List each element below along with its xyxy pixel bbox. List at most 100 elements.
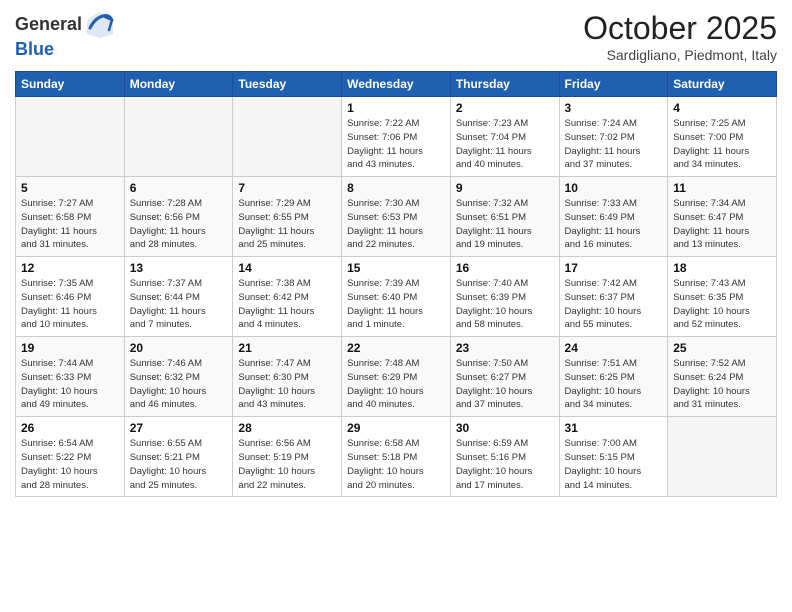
logo-general-text: General — [15, 15, 82, 35]
calendar-week-2: 5 Sunrise: 7:27 AM Sunset: 6:58 PM Daylig… — [16, 177, 777, 257]
day-number: 16 — [456, 261, 554, 275]
calendar-week-4: 19Sunrise: 7:44 AM Sunset: 6:33 PM Dayli… — [16, 337, 777, 417]
cell-info: Sunrise: 7:40 AM Sunset: 6:39 PM Dayligh… — [456, 277, 554, 332]
header-friday: Friday — [559, 72, 668, 97]
calendar-cell: 30Sunrise: 6:59 AM Sunset: 5:16 PM Dayli… — [450, 417, 559, 497]
calendar-cell: 15 Sunrise: 7:39 AM Sunset: 6:40 PM Dayli… — [342, 257, 451, 337]
cell-info: Sunrise: 7:32 AM Sunset: 6:51 PM Dayligh… — [456, 197, 554, 252]
day-number: 24 — [565, 341, 663, 355]
day-number: 31 — [565, 421, 663, 435]
cell-info: Sunrise: 7:33 AM Sunset: 6:49 PM Dayligh… — [565, 197, 663, 252]
calendar-cell: 13Sunrise: 7:37 AM Sunset: 6:44 PM Dayli… — [124, 257, 233, 337]
calendar-cell — [668, 417, 777, 497]
day-number: 22 — [347, 341, 445, 355]
calendar-cell: 22Sunrise: 7:48 AM Sunset: 6:29 PM Dayli… — [342, 337, 451, 417]
calendar-cell: 3 Sunrise: 7:24 AM Sunset: 7:02 PM Daylig… — [559, 97, 668, 177]
cell-info: Sunrise: 6:58 AM Sunset: 5:18 PM Dayligh… — [347, 437, 445, 492]
calendar-cell: 11 Sunrise: 7:34 AM Sunset: 6:47 PM Dayli… — [668, 177, 777, 257]
calendar-cell: 14Sunrise: 7:38 AM Sunset: 6:42 PM Dayli… — [233, 257, 342, 337]
day-number: 6 — [130, 181, 228, 195]
day-number: 29 — [347, 421, 445, 435]
day-number: 26 — [21, 421, 119, 435]
calendar-cell: 12Sunrise: 7:35 AM Sunset: 6:46 PM Dayli… — [16, 257, 125, 337]
header-wednesday: Wednesday — [342, 72, 451, 97]
calendar-cell: 28 Sunrise: 6:56 AM Sunset: 5:19 PM Dayli… — [233, 417, 342, 497]
logo-icon — [85, 10, 115, 40]
cell-info: Sunrise: 7:39 AM Sunset: 6:40 PM Dayligh… — [347, 277, 445, 332]
calendar-cell: 26 Sunrise: 6:54 AM Sunset: 5:22 PM Dayli… — [16, 417, 125, 497]
cell-info: Sunrise: 7:47 AM Sunset: 6:30 PM Dayligh… — [238, 357, 336, 412]
month-title: October 2025 — [583, 10, 777, 47]
day-number: 30 — [456, 421, 554, 435]
header: General Blue October 2025 Sardigliano, P… — [15, 10, 777, 63]
calendar-cell: 24Sunrise: 7:51 AM Sunset: 6:25 PM Dayli… — [559, 337, 668, 417]
header-monday: Monday — [124, 72, 233, 97]
day-number: 15 — [347, 261, 445, 275]
calendar-cell: 5 Sunrise: 7:27 AM Sunset: 6:58 PM Daylig… — [16, 177, 125, 257]
calendar-week-1: 1Sunrise: 7:22 AM Sunset: 7:06 PM Daylig… — [16, 97, 777, 177]
day-number: 7 — [238, 181, 336, 195]
calendar-cell: 18Sunrise: 7:43 AM Sunset: 6:35 PM Dayli… — [668, 257, 777, 337]
day-number: 4 — [673, 101, 771, 115]
calendar-cell: 17 Sunrise: 7:42 AM Sunset: 6:37 PM Dayli… — [559, 257, 668, 337]
location-title: Sardigliano, Piedmont, Italy — [583, 47, 777, 63]
calendar-header-row: Sunday Monday Tuesday Wednesday Thursday… — [16, 72, 777, 97]
cell-info: Sunrise: 7:35 AM Sunset: 6:46 PM Dayligh… — [21, 277, 119, 332]
header-sunday: Sunday — [16, 72, 125, 97]
header-tuesday: Tuesday — [233, 72, 342, 97]
calendar-cell: 8Sunrise: 7:30 AM Sunset: 6:53 PM Daylig… — [342, 177, 451, 257]
calendar-cell — [233, 97, 342, 177]
calendar-cell: 4 Sunrise: 7:25 AM Sunset: 7:00 PM Daylig… — [668, 97, 777, 177]
calendar-cell: 10 Sunrise: 7:33 AM Sunset: 6:49 PM Dayli… — [559, 177, 668, 257]
day-number: 1 — [347, 101, 445, 115]
calendar-cell: 29 Sunrise: 6:58 AM Sunset: 5:18 PM Dayli… — [342, 417, 451, 497]
calendar-cell: 1Sunrise: 7:22 AM Sunset: 7:06 PM Daylig… — [342, 97, 451, 177]
cell-info: Sunrise: 6:55 AM Sunset: 5:21 PM Dayligh… — [130, 437, 228, 492]
day-number: 19 — [21, 341, 119, 355]
day-number: 28 — [238, 421, 336, 435]
day-number: 18 — [673, 261, 771, 275]
cell-info: Sunrise: 6:54 AM Sunset: 5:22 PM Dayligh… — [21, 437, 119, 492]
day-number: 5 — [21, 181, 119, 195]
day-number: 11 — [673, 181, 771, 195]
day-number: 3 — [565, 101, 663, 115]
cell-info: Sunrise: 7:34 AM Sunset: 6:47 PM Dayligh… — [673, 197, 771, 252]
header-thursday: Thursday — [450, 72, 559, 97]
calendar-cell: 20Sunrise: 7:46 AM Sunset: 6:32 PM Dayli… — [124, 337, 233, 417]
calendar-week-5: 26 Sunrise: 6:54 AM Sunset: 5:22 PM Dayli… — [16, 417, 777, 497]
cell-info: Sunrise: 7:37 AM Sunset: 6:44 PM Dayligh… — [130, 277, 228, 332]
calendar-cell: 27 Sunrise: 6:55 AM Sunset: 5:21 PM Dayli… — [124, 417, 233, 497]
calendar-cell: 16 Sunrise: 7:40 AM Sunset: 6:39 PM Dayli… — [450, 257, 559, 337]
calendar-cell: 9 Sunrise: 7:32 AM Sunset: 6:51 PM Daylig… — [450, 177, 559, 257]
day-number: 14 — [238, 261, 336, 275]
header-saturday: Saturday — [668, 72, 777, 97]
calendar-cell: 21Sunrise: 7:47 AM Sunset: 6:30 PM Dayli… — [233, 337, 342, 417]
day-number: 8 — [347, 181, 445, 195]
logo: General Blue — [15, 10, 115, 60]
cell-info: Sunrise: 7:24 AM Sunset: 7:02 PM Dayligh… — [565, 117, 663, 172]
day-number: 20 — [130, 341, 228, 355]
cell-info: Sunrise: 7:25 AM Sunset: 7:00 PM Dayligh… — [673, 117, 771, 172]
day-number: 27 — [130, 421, 228, 435]
cell-info: Sunrise: 7:52 AM Sunset: 6:24 PM Dayligh… — [673, 357, 771, 412]
cell-info: Sunrise: 7:28 AM Sunset: 6:56 PM Dayligh… — [130, 197, 228, 252]
calendar-week-3: 12Sunrise: 7:35 AM Sunset: 6:46 PM Dayli… — [16, 257, 777, 337]
cell-info: Sunrise: 6:56 AM Sunset: 5:19 PM Dayligh… — [238, 437, 336, 492]
logo-blue-text: Blue — [15, 40, 115, 60]
calendar-cell: 19Sunrise: 7:44 AM Sunset: 6:33 PM Dayli… — [16, 337, 125, 417]
cell-info: Sunrise: 7:27 AM Sunset: 6:58 PM Dayligh… — [21, 197, 119, 252]
day-number: 17 — [565, 261, 663, 275]
cell-info: Sunrise: 7:42 AM Sunset: 6:37 PM Dayligh… — [565, 277, 663, 332]
day-number: 10 — [565, 181, 663, 195]
cell-info: Sunrise: 7:00 AM Sunset: 5:15 PM Dayligh… — [565, 437, 663, 492]
calendar: Sunday Monday Tuesday Wednesday Thursday… — [15, 71, 777, 497]
cell-info: Sunrise: 7:23 AM Sunset: 7:04 PM Dayligh… — [456, 117, 554, 172]
calendar-cell: 2 Sunrise: 7:23 AM Sunset: 7:04 PM Daylig… — [450, 97, 559, 177]
cell-info: Sunrise: 7:50 AM Sunset: 6:27 PM Dayligh… — [456, 357, 554, 412]
day-number: 25 — [673, 341, 771, 355]
calendar-cell: 7Sunrise: 7:29 AM Sunset: 6:55 PM Daylig… — [233, 177, 342, 257]
day-number: 9 — [456, 181, 554, 195]
calendar-cell: 6 Sunrise: 7:28 AM Sunset: 6:56 PM Daylig… — [124, 177, 233, 257]
day-number: 2 — [456, 101, 554, 115]
title-block: October 2025 Sardigliano, Piedmont, Ital… — [583, 10, 777, 63]
